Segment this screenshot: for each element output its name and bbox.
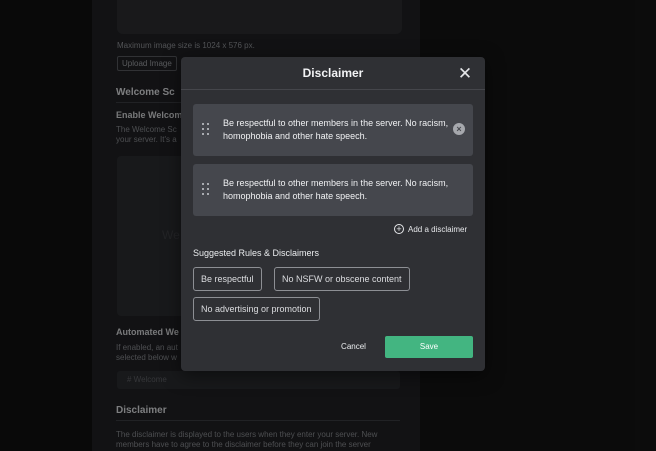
save-button[interactable]: Save xyxy=(385,336,473,358)
rule-text: Be respectful to other members in the se… xyxy=(223,178,449,201)
rule-text: Be respectful to other members in the se… xyxy=(223,118,449,141)
suggestion-chip-no-advertising[interactable]: No advertising or promotion xyxy=(193,297,320,321)
suggested-rules-title: Suggested Rules & Disclaimers xyxy=(193,248,320,258)
add-disclaimer-label: Add a disclaimer xyxy=(408,224,468,234)
add-disclaimer-button[interactable]: + Add a disclaimer xyxy=(394,223,467,235)
app-window: Maximum image size is 1024 x 576 px. Upl… xyxy=(0,0,656,451)
modal-divider xyxy=(181,89,485,90)
plus-circle-icon: + xyxy=(394,224,404,234)
remove-rule-icon[interactable]: × xyxy=(453,123,465,135)
disclaimer-rule-card[interactable]: Be respectful to other members in the se… xyxy=(193,104,473,156)
suggestion-chip-no-nsfw[interactable]: No NSFW or obscene content xyxy=(274,267,410,291)
disclaimer-rule-card[interactable]: Be respectful to other members in the se… xyxy=(193,164,473,216)
close-icon[interactable]: ✕ xyxy=(457,65,473,82)
drag-handle-icon[interactable] xyxy=(202,183,210,195)
drag-handle-icon[interactable] xyxy=(202,123,210,135)
suggestion-chip-be-respectful[interactable]: Be respectful xyxy=(193,267,262,291)
cancel-button[interactable]: Cancel xyxy=(331,337,376,357)
disclaimer-modal: Disclaimer ✕ Be respectful to other memb… xyxy=(181,57,485,371)
modal-title: Disclaimer xyxy=(302,66,364,80)
